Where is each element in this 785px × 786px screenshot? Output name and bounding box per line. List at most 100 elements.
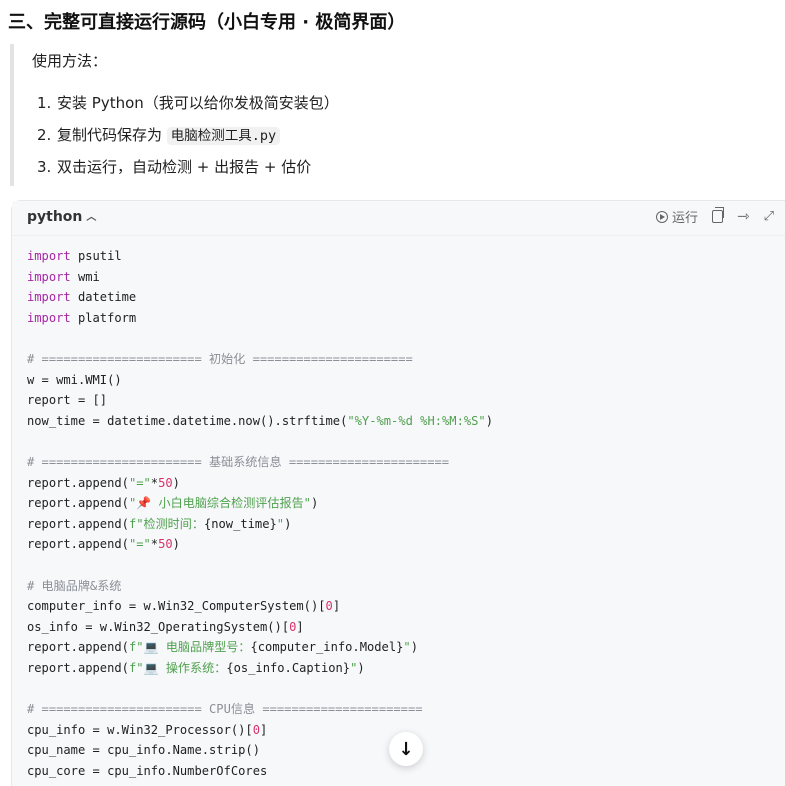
code-token: import [27, 310, 71, 325]
filename-inline-code: 电脑检测工具.py [166, 127, 281, 145]
code-token: "%Y-%m-%d %H:%M:%S" [347, 413, 486, 428]
scroll-to-bottom-button[interactable]: ↓ [389, 732, 423, 766]
copy-button[interactable] [712, 207, 725, 223]
code-token: os_info = w.Win32_OperatingSystem()[ [27, 619, 290, 634]
code-token: import [27, 249, 71, 263]
code-token: report.append( [27, 660, 129, 675]
code-token: # ====================== CPU信息 =========… [27, 702, 423, 717]
code-token: platform [70, 310, 137, 325]
step-number: 2. [37, 126, 52, 144]
code-line: os_info = w.Win32_OperatingSystem()[0] [27, 617, 493, 638]
code-token: ) [485, 413, 493, 428]
share-arrow-icon: ⇾ [737, 207, 750, 225]
step-text: 复制代码保存为 [57, 126, 167, 144]
step-text: 双击运行，自动检测 + 出报告 + 估价 [57, 158, 312, 176]
run-button[interactable]: 运行 [656, 207, 698, 226]
code-token: ) [172, 475, 180, 490]
code-token: ] [296, 619, 304, 634]
code-token: ] [260, 722, 268, 737]
code-line: report.append(f"💻 电脑品牌型号：{computer_info.… [27, 637, 493, 658]
code-token: import [27, 290, 71, 305]
code-line: report.append(f"检测时间：{now_time}") [27, 514, 493, 535]
code-line: import psutil [27, 246, 493, 267]
code-token: f"检测时间： [128, 516, 204, 531]
usage-step-1: 1. 安装 Python（我可以给你发极简安装包） [14, 92, 339, 124]
code-line: now_time = datetime.datetime.now().strft… [27, 411, 493, 432]
code-token: w = wmi.WMI() [27, 372, 122, 387]
language-label: python [27, 209, 83, 225]
expand-icon: ⤢ [763, 209, 774, 224]
code-token: {os_info.Caption} [226, 660, 351, 675]
code-token: {now_time} [203, 516, 277, 531]
code-token: computer_info = w.Win32_ComputerSystem()… [27, 599, 326, 614]
code-line: cpu_info = w.Win32_Processor()[0] [27, 720, 493, 741]
usage-step-3: 3. 双击运行，自动检测 + 出报告 + 估价 [14, 156, 339, 188]
code-token: "=" [128, 537, 151, 552]
usage-step-2: 2. 复制代码保存为 电脑检测工具.py [14, 124, 339, 156]
code-content[interactable]: import psutil import wmi import datetime im… [27, 246, 493, 781]
step-number: 3. [37, 158, 52, 176]
code-line: report.append(f"💻 操作系统：{os_info.Caption}… [27, 658, 493, 679]
code-line: report = [] [27, 390, 493, 411]
code-token: cpu_core = cpu_info.NumberOfCores [27, 763, 268, 778]
code-line: w = wmi.WMI() [27, 370, 493, 391]
copy-icon [712, 207, 725, 223]
run-label: 运行 [672, 211, 699, 226]
code-token: f"💻 操作系统： [128, 660, 227, 675]
code-token: report.append( [27, 537, 129, 552]
code-line: import wmi [27, 267, 493, 288]
code-token: f"💻 电脑品牌型号： [128, 640, 251, 655]
play-circle-icon [656, 210, 668, 223]
code-token: psutil [70, 249, 122, 263]
code-line: report.append("="*50) [27, 473, 493, 494]
code-token: # ====================== 初始化 ===========… [27, 351, 413, 366]
code-line: # ====================== CPU信息 =========… [27, 699, 493, 720]
code-token: * [150, 537, 159, 552]
code-line: cpu_core = cpu_info.NumberOfCores [27, 761, 493, 782]
code-token: # ====================== 基础系统信息 ========… [27, 454, 450, 469]
page: 三、完整可直接运行源码（小白专用 · 极简界面） 使用方法： 1. 安装 Pyth… [0, 0, 785, 786]
code-token: {computer_info.Model} [250, 640, 404, 655]
code-token: report.append( [27, 496, 129, 511]
code-token: 50 [158, 475, 173, 490]
code-token: " [276, 516, 285, 531]
code-token: cpu_info = w.Win32_Processor()[ [27, 722, 253, 737]
arrow-down-icon: ↓ [398, 738, 414, 760]
code-token: cpu_name = cpu_info.Name.strip() [27, 743, 260, 758]
code-toolbar: 运行 ⇾ ⤢ [642, 207, 774, 226]
language-toggle[interactable]: python ︿ [27, 209, 96, 225]
code-line: # ====================== 基础系统信息 ========… [27, 452, 493, 473]
chevron-up-icon: ︿ [86, 212, 97, 223]
code-token: ) [172, 537, 180, 552]
code-token: 0 [252, 722, 260, 737]
code-block-header: python ︿ 运行 ⇾ ⤢ [12, 201, 785, 236]
code-token: ] [332, 599, 341, 614]
code-line: report.append("📌 小白电脑综合检测评估报告") [27, 493, 493, 514]
code-token: ) [357, 660, 365, 675]
code-token: import [27, 269, 71, 284]
code-token: * [150, 475, 159, 490]
code-token: ) [410, 640, 418, 655]
code-token: " [403, 640, 411, 655]
code-token: datetime [70, 290, 137, 305]
step-text: 安装 Python（我可以给你发极简安装包） [57, 94, 339, 112]
code-line: import datetime [27, 287, 493, 308]
share-button[interactable]: ⇾ [737, 209, 750, 224]
code-token: # 电脑品牌&系统 [27, 578, 122, 593]
code-token: "📌 小白电脑综合检测评估报告" [128, 496, 311, 511]
code-line: computer_info = w.Win32_ComputerSystem()… [27, 596, 493, 617]
code-block: python ︿ 运行 ⇾ ⤢ import psutil import wmi im… [11, 200, 785, 786]
code-token: report = [] [27, 393, 108, 408]
code-token: "=" [128, 475, 151, 490]
expand-button[interactable]: ⤢ [764, 210, 774, 223]
code-line: report.append("="*50) [27, 534, 493, 555]
section-heading: 三、完整可直接运行源码（小白专用 · 极简界面） [8, 12, 406, 33]
code-token: report.append( [27, 475, 129, 490]
code-line: # 电脑品牌&系统 [27, 576, 493, 597]
code-line: import platform [27, 308, 493, 329]
code-token: ) [284, 516, 292, 531]
